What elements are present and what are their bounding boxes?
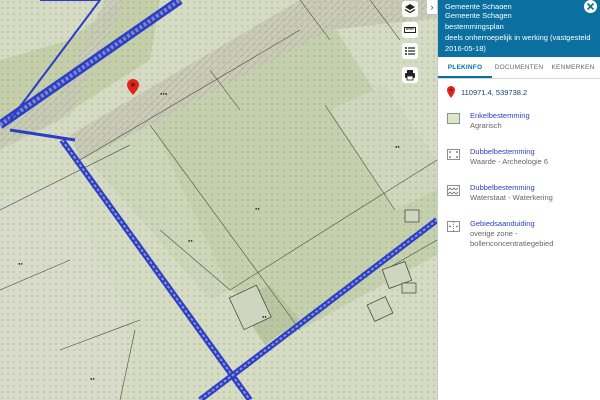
tab-plekinfo[interactable]: PLEKINFO: [438, 57, 492, 78]
layers-button[interactable]: [402, 1, 418, 17]
map-graphics: ●●● ●● ●● ●● ●● ●● ●●: [0, 0, 437, 400]
layers-icon: [404, 4, 416, 14]
legend-title[interactable]: Dubbelbestemming: [470, 183, 553, 193]
gebied-swatch-icon: [447, 221, 460, 232]
legend-subtitle: overige zone -: [470, 229, 518, 238]
location-pin-icon: [447, 86, 455, 98]
coordinates-text: 110971.4, 539738.2: [461, 87, 528, 97]
svg-text:●●: ●●: [188, 238, 193, 243]
legend-subtitle-2: bollenconcentratiegebied: [470, 239, 554, 248]
ruler-icon: [404, 27, 416, 33]
info-panel: Gemeente Schagen Gemeente Schagen bestem…: [437, 0, 600, 400]
panel-tabs: PLEKINFO DOCUMENTEN KENMERKEN: [438, 57, 600, 79]
panel-title-partial: Gemeente Schagen: [445, 4, 512, 9]
svg-text:●●: ●●: [90, 376, 95, 381]
legend-subtitle: Waarde - Archeologie 6: [470, 157, 549, 166]
legend-title[interactable]: Dubbelbestemming: [470, 147, 548, 157]
close-panel-button[interactable]: [584, 0, 597, 13]
print-icon: [405, 70, 415, 81]
tab-documenten[interactable]: DOCUMENTEN: [492, 57, 546, 78]
location-pin-icon[interactable]: [127, 79, 139, 95]
waterkering-swatch-icon: [447, 185, 460, 196]
municipality-name: Gemeente Schagen: [445, 11, 512, 20]
svg-text:●●: ●●: [262, 314, 267, 319]
svg-text:●●: ●●: [18, 261, 23, 266]
tab-kenmerken[interactable]: KENMERKEN: [546, 57, 600, 78]
legend-item-enkelbestemming: Enkelbestemming Agrarisch: [438, 111, 600, 131]
legend-item-gebiedsaanduiding: Gebiedsaanduiding overige zone - bollenc…: [438, 219, 600, 249]
legend-list-icon: [405, 47, 415, 55]
legend-title[interactable]: Enkelbestemming: [470, 111, 530, 121]
print-button[interactable]: [402, 67, 418, 83]
plan-type: bestemmingsplan: [445, 22, 504, 31]
legend-subtitle: Agrarisch: [470, 121, 502, 130]
agrarisch-swatch-icon: [447, 113, 460, 124]
svg-text:●●: ●●: [395, 144, 400, 149]
legend-item-dubbelbestemming-waterkering: Dubbelbestemming Waterstaat - Waterkerin…: [438, 183, 600, 203]
svg-text:●●: ●●: [255, 206, 260, 211]
panel-header: Gemeente Schagen Gemeente Schagen bestem…: [438, 0, 600, 57]
plan-status-line2: 2016-05-18): [445, 44, 486, 53]
archeologie-swatch-icon: [447, 149, 460, 160]
coordinate-row: 110971.4, 539738.2: [438, 83, 600, 101]
measure-button[interactable]: [402, 22, 418, 38]
plan-status-line1: deels onherroepelijk in werking (vastges…: [445, 33, 591, 42]
svg-text:●●●: ●●●: [160, 91, 168, 96]
map-canvas[interactable]: ●●● ●● ●● ●● ●● ●● ●●: [0, 0, 437, 400]
legend-subtitle: Waterstaat - Waterkering: [470, 193, 553, 202]
legend-item-dubbelbestemming-archeologie: Dubbelbestemming Waarde - Archeologie 6: [438, 147, 600, 167]
legend-title[interactable]: Gebiedsaanduiding: [470, 219, 553, 229]
legend-button[interactable]: [402, 43, 418, 59]
close-icon: [586, 2, 595, 11]
collapse-panel-button[interactable]: ›: [427, 0, 437, 14]
